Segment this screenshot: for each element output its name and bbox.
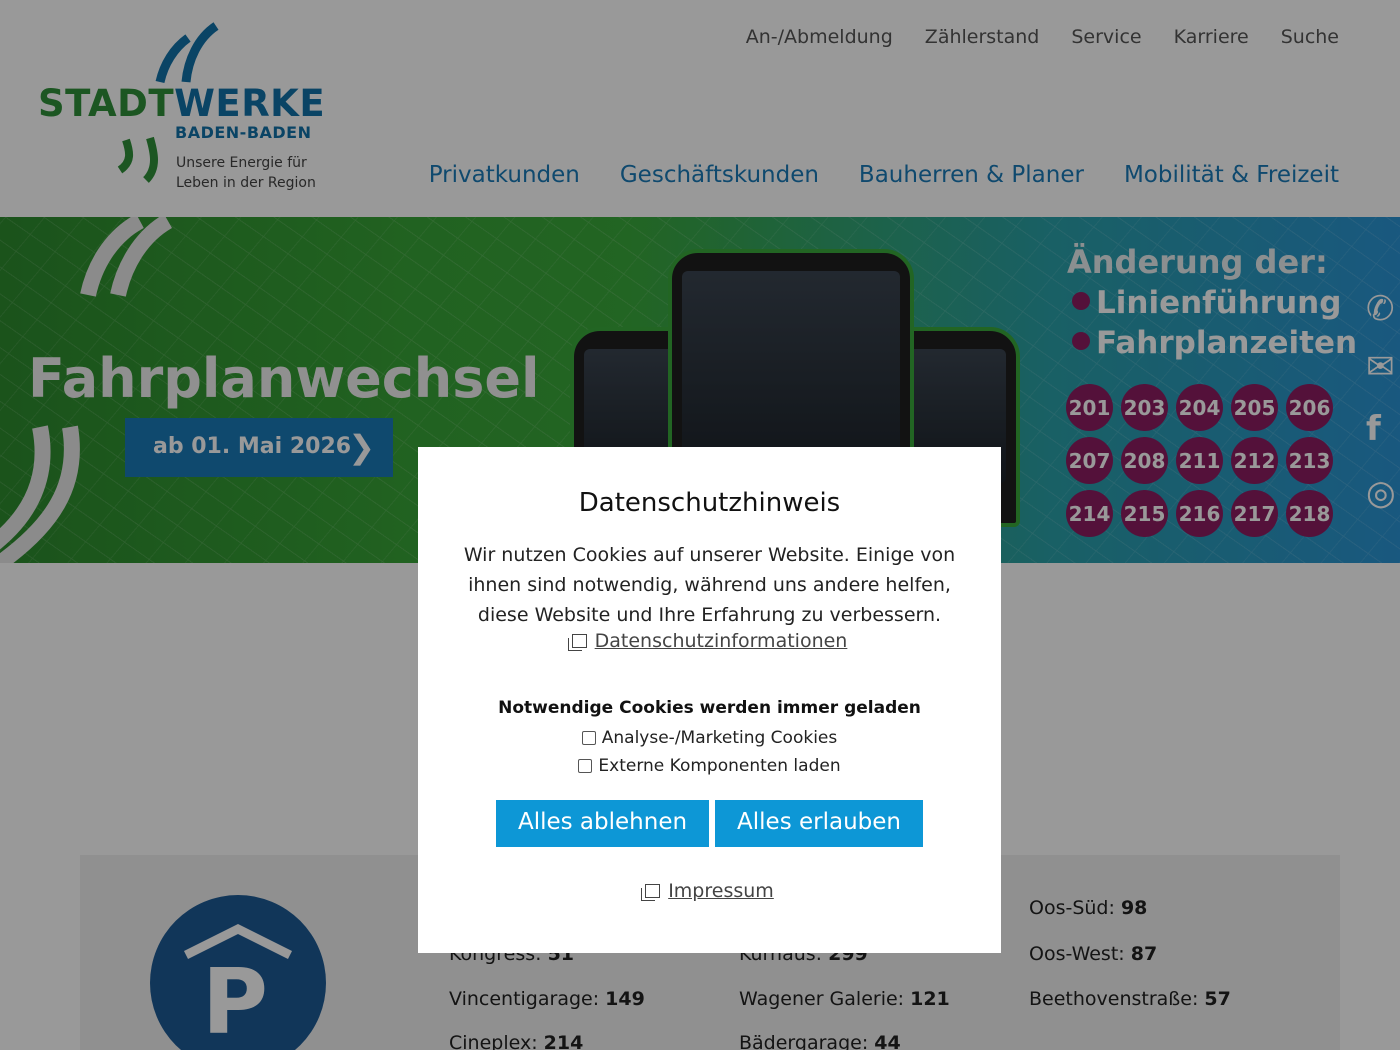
analytics-checkbox[interactable] <box>581 731 596 745</box>
dialog-buttons: Alles ablehnen Alles erlauben <box>418 800 1001 847</box>
privacy-info-link[interactable]: Datenschutzinformationen <box>567 630 847 652</box>
external-components-option[interactable]: Externe Komponenten laden <box>418 756 1001 776</box>
reject-all-button[interactable]: Alles ablehnen <box>495 800 710 847</box>
dialog-title: Datenschutzhinweis <box>578 488 841 518</box>
external-link-icon <box>641 884 661 901</box>
accept-all-button[interactable]: Alles erlauben <box>715 800 924 847</box>
analytics-cookies-option[interactable]: Analyse-/Marketing Cookies <box>418 728 1001 748</box>
dialog-text: Wir nutzen Cookies auf unserer Website. … <box>463 544 956 626</box>
cookie-consent-dialog: Datenschutzhinweis Wir nutzen Cookies au… <box>418 447 1001 953</box>
necessary-cookies-note: Notwendige Cookies werden immer geladen <box>498 698 921 718</box>
external-components-checkbox[interactable] <box>578 759 593 773</box>
external-link-icon <box>567 634 587 651</box>
imprint-link[interactable]: Impressum <box>641 880 774 902</box>
